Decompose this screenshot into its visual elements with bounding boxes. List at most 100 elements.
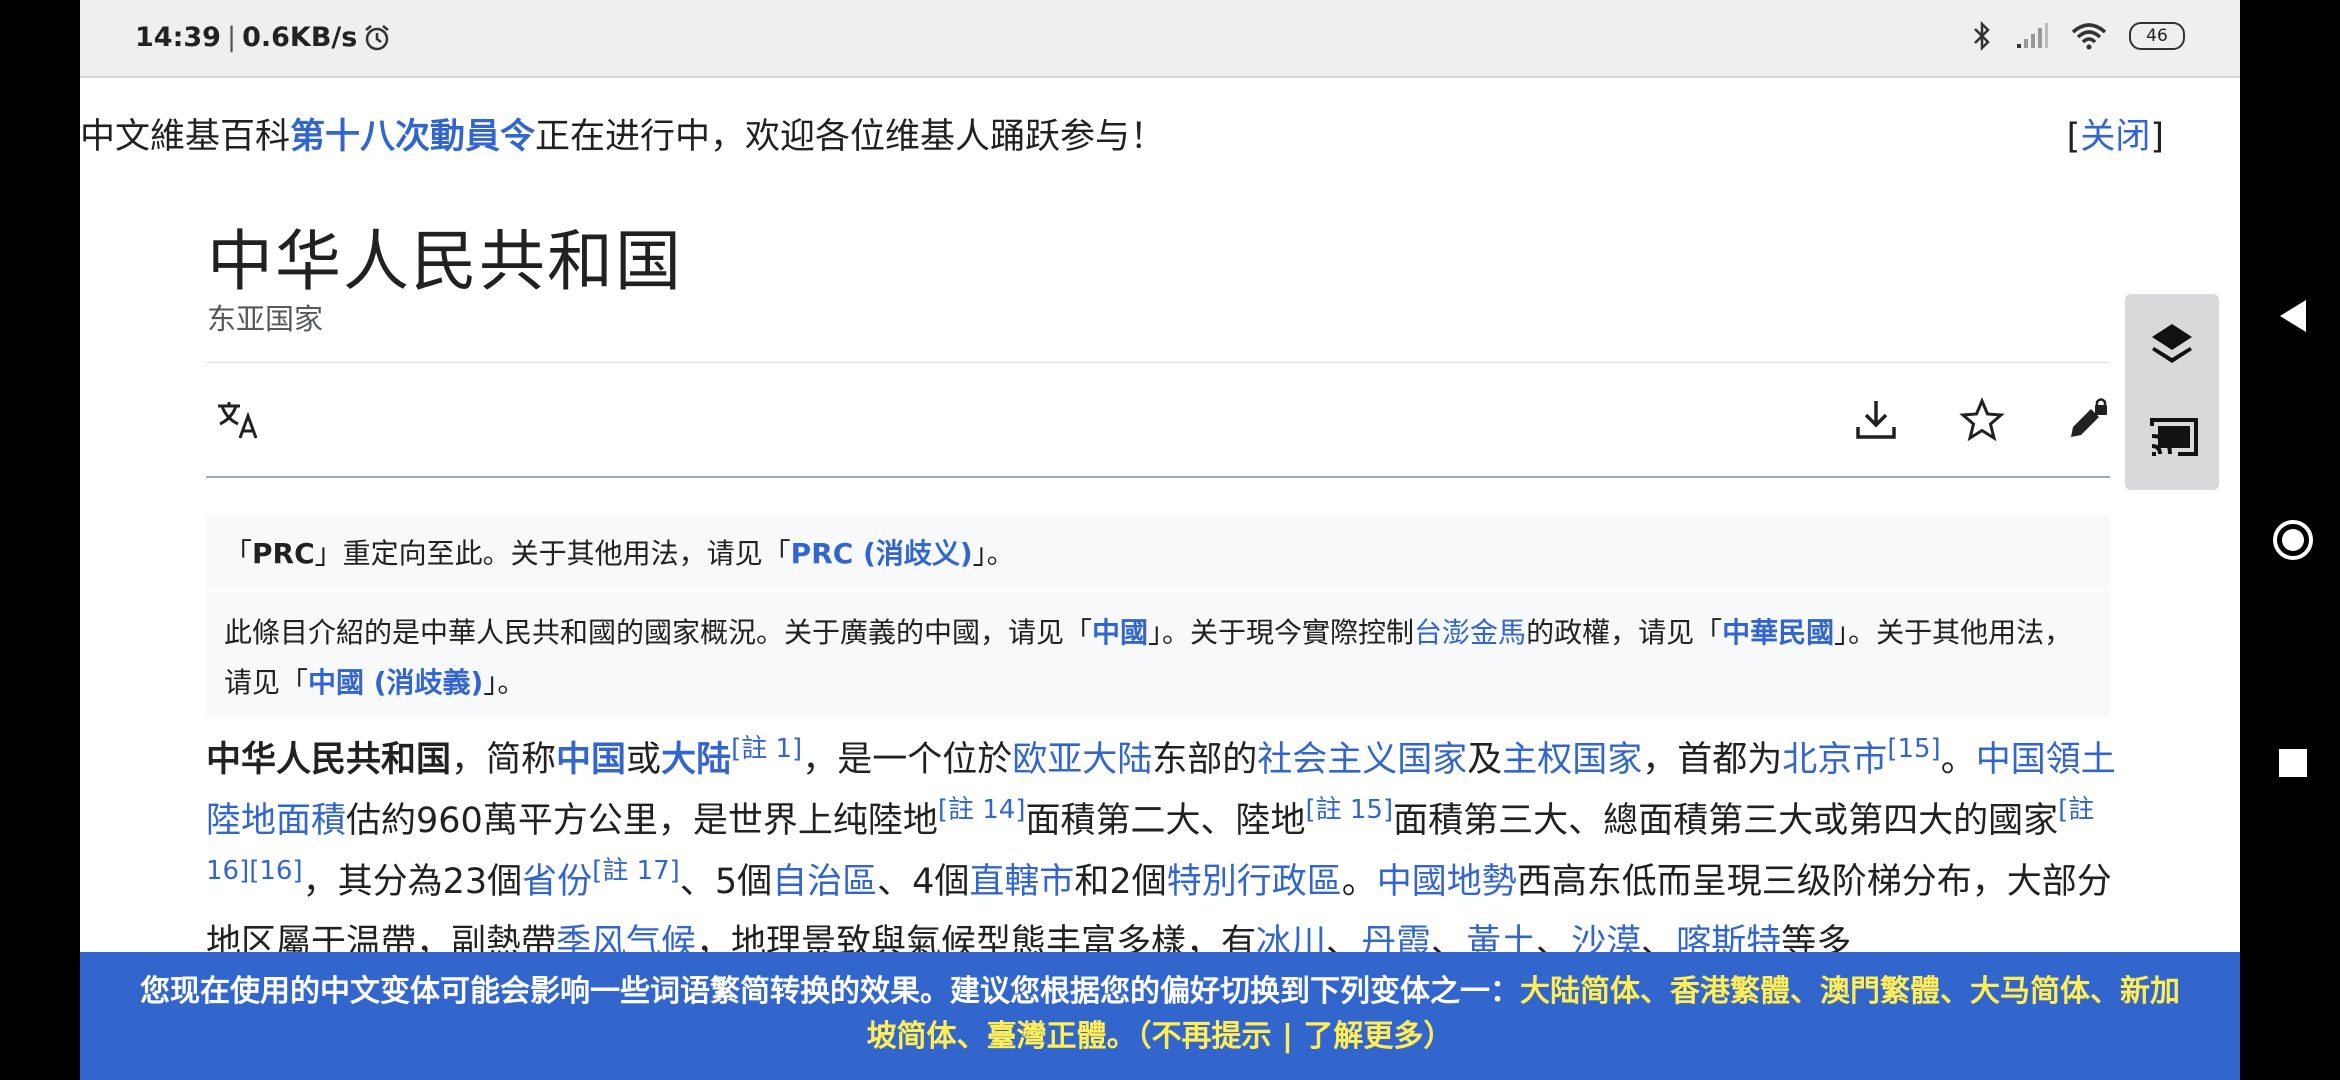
- sar-link[interactable]: 特別行政區: [1167, 862, 1342, 902]
- article-body: 中华人民共和国，简称中国或大陆[註 1]，是一个位於欧亚大陆东部的社会主义国家及…: [206, 730, 2116, 974]
- variant-zh-hk-link[interactable]: 香港繁體: [1670, 974, 1790, 1009]
- edit-protected-button[interactable]: [2064, 396, 2112, 444]
- status-right: 46: [1971, 20, 2185, 52]
- socialist-state-link[interactable]: 社会主义国家: [1257, 740, 1467, 780]
- footnote-ref[interactable]: [15]: [1887, 734, 1940, 764]
- variant-zh-mo-link[interactable]: 澳門繁體: [1820, 974, 1940, 1009]
- title-divider: [206, 362, 2110, 363]
- home-icon[interactable]: [2272, 519, 2314, 561]
- hatnote-redirect: 「PRC」重定向至此。关于其他用法，请见「PRC (消歧义)」。: [224, 532, 1015, 572]
- close-notice: [关闭]: [2067, 108, 2164, 159]
- footnote-ref[interactable]: [註 1]: [731, 734, 802, 764]
- layers-icon: [2152, 324, 2192, 363]
- hatnote-divider: [206, 590, 2110, 592]
- notice-text: 您现在使用的中文变体可能会影响一些词语繁简转换的效果。建议您根据您的偏好切换到下…: [140, 974, 1520, 1009]
- article-text: 及: [1467, 740, 1503, 780]
- footnote-ref[interactable]: [註 14]: [938, 795, 1026, 825]
- clock: 14:39: [135, 22, 221, 53]
- notice-sep: 、: [2090, 974, 2120, 1009]
- watch-button[interactable]: [1958, 396, 2006, 444]
- autonomous-region-link[interactable]: 自治區: [772, 862, 877, 902]
- recents-icon[interactable]: [2278, 748, 2308, 778]
- variant-zh-cn-link[interactable]: 大陆简体: [1520, 974, 1640, 1009]
- hatnotes: 「PRC」重定向至此。关于其他用法，请见「PRC (消歧义)」。 此條目介紹的是…: [206, 516, 2110, 716]
- beijing-link[interactable]: 北京市: [1782, 740, 1887, 780]
- province-link[interactable]: 省份: [522, 862, 592, 902]
- wifi-icon: [2071, 23, 2107, 50]
- close-notice-button[interactable]: 关闭: [2080, 117, 2150, 157]
- translate-icon: [218, 402, 258, 439]
- page-title: 中华人民共和国: [207, 223, 683, 300]
- download-button[interactable]: [1852, 396, 1900, 444]
- sovereign-state-link[interactable]: 主权国家: [1502, 740, 1642, 780]
- notice-sep: |: [1271, 1019, 1304, 1054]
- article-text: ，首都为: [1642, 740, 1783, 780]
- variant-zh-my-link[interactable]: 大马简体: [1970, 974, 2090, 1009]
- variant-notice: 您现在使用的中文变体可能会影响一些词语繁简转换的效果。建议您根据您的偏好切换到下…: [80, 952, 2240, 1080]
- hatnote-text: 此條目介紹的是中華人民共和國的國家概況。关于廣義的中國，请见「: [224, 616, 1093, 649]
- notice-sep: 、: [1940, 974, 1970, 1009]
- alarm-icon: [365, 24, 390, 50]
- article-text: 、4個: [877, 862, 970, 902]
- hatnote-text: 」。关于現今實際控制: [1148, 616, 1415, 649]
- battery-icon: 46: [2129, 22, 2185, 50]
- notice-sep: 、: [1790, 974, 1820, 1009]
- toolbar-divider: [206, 476, 2110, 478]
- variant-zh-tw-link[interactable]: 臺灣正體: [987, 1019, 1107, 1054]
- article-text: ，是一个位於: [802, 740, 1013, 780]
- navigation-bar: [2240, 0, 2340, 1080]
- china-link[interactable]: 中國: [1092, 616, 1148, 649]
- article-text: 。: [1940, 740, 1976, 780]
- hatnote-text: 的政權，请见「: [1526, 616, 1723, 649]
- article-text: 和2個: [1074, 862, 1167, 902]
- site-notice-prefix: 中文維基百科: [80, 117, 291, 157]
- browser-screen: 14:39 | 0.6KB/s 46 中文維基百科第十八次動員令正在进行中，欢迎…: [80, 0, 2240, 1080]
- china-disambiguation-link[interactable]: 中國 (消歧義): [308, 666, 483, 699]
- notice-sep: 。（: [1106, 1019, 1152, 1054]
- footnote-ref[interactable]: [註 15]: [1305, 795, 1393, 825]
- close-bracket-close: ]: [2150, 117, 2164, 157]
- notice-sep: ）: [1423, 1019, 1454, 1054]
- cast-button[interactable]: [2148, 412, 2198, 460]
- article-text: 估約960萬平方公里，是世界上纯陸地: [346, 801, 938, 841]
- language-button[interactable]: [214, 396, 262, 444]
- status-separator: |: [226, 22, 237, 53]
- article-text: ，简称: [451, 740, 557, 780]
- back-icon[interactable]: [2278, 298, 2308, 334]
- roc-link[interactable]: 中華民國: [1722, 616, 1834, 649]
- layers-button[interactable]: [2148, 320, 2196, 368]
- bluetooth-icon: [1974, 20, 1990, 52]
- page-subtitle: 东亚国家: [207, 302, 324, 336]
- hatnote-about: 此條目介紹的是中華人民共和國的國家概況。关于廣義的中國，请见「中國」。关于現今實…: [224, 608, 2084, 708]
- site-notice: 中文維基百科第十八次動員令正在进行中，欢迎各位维基人踊跃参与！: [80, 108, 2240, 162]
- site-notice-suffix: 正在进行中，欢迎各位维基人踊跃参与！: [535, 117, 1166, 157]
- article-text: 或: [626, 740, 662, 780]
- network-speed: 0.6KB/s: [242, 22, 358, 53]
- mainland-link[interactable]: 大陆: [661, 740, 731, 780]
- cast-icon: [2150, 418, 2198, 456]
- status-bar: 14:39 | 0.6KB/s 46: [80, 0, 2240, 78]
- article-text: ，其分為23個: [302, 862, 523, 902]
- dismiss-notice-link[interactable]: 不再提示: [1152, 1019, 1272, 1054]
- terrain-link[interactable]: 中國地勢: [1377, 862, 1517, 902]
- article-lead: 中华人民共和国: [206, 740, 452, 780]
- taiwan-area-link[interactable]: 台澎金馬: [1414, 616, 1526, 649]
- floating-panel: [2125, 294, 2219, 490]
- article-text: 面積第三大、總面積第三大或第四大的國家: [1393, 801, 2059, 841]
- china-link[interactable]: 中国: [556, 740, 626, 780]
- article-text: 、5個: [679, 862, 773, 902]
- article-text: 面積第二大、陸地: [1025, 801, 1306, 841]
- close-bracket-open: [: [2066, 117, 2081, 157]
- eurasia-link[interactable]: 欧亚大陆: [1012, 740, 1152, 780]
- article-text: 东部的: [1152, 740, 1258, 780]
- municipality-link[interactable]: 直轄市: [969, 862, 1074, 902]
- edit-lock-icon: [2071, 398, 2107, 437]
- star-icon: [1959, 397, 2005, 442]
- hatnote-text: 「: [224, 537, 253, 570]
- mobilization-link[interactable]: 第十八次動員令: [290, 117, 535, 157]
- prc-disambiguation-link[interactable]: PRC (消歧义): [791, 537, 973, 570]
- hatnote-bold: PRC: [252, 537, 315, 570]
- learn-more-link[interactable]: 了解更多: [1303, 1019, 1423, 1054]
- page-actions: [1852, 396, 2112, 444]
- footnote-ref[interactable]: [註 17]: [592, 856, 680, 886]
